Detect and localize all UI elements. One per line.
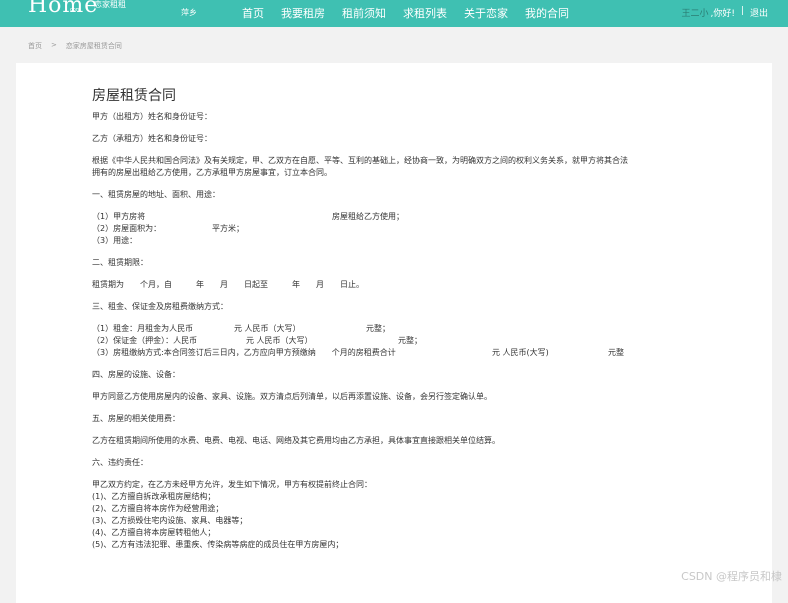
logout-link[interactable]: 退出 [750, 6, 768, 19]
breadcrumb: 首页 > 恋家房屋租赁合同 [28, 41, 122, 51]
section-3-title: 三、租金、保证金及房租费缴纳方式： [92, 302, 228, 311]
party-b-line: 乙方（承租方）姓名和身份证号： [92, 134, 212, 143]
section-3-item-3-a: （3）房租缴纳方式:本合同签订后三日内，乙方应向甲方预缴纳 个月的房租费合计 [92, 348, 396, 357]
breadcrumb-current: 恋家房屋租赁合同 [65, 42, 122, 50]
nav-wanted-list[interactable]: 求租列表 [403, 5, 447, 21]
section-3-item-3-b: 元 人民币(大写) [492, 348, 549, 357]
contract-title: 房屋租赁合同 [92, 88, 176, 104]
city-selector[interactable]: 萍乡 [181, 7, 197, 18]
main-nav: 首页 我要租房 租前须知 求租列表 关于恋家 我的合同 [242, 5, 586, 21]
site-logo[interactable]: Home [28, 0, 98, 27]
contract-document: 房屋租赁合同 甲方（出租方）姓名和身份证号： 乙方（承租方）姓名和身份证号： 根… [92, 85, 732, 551]
section-3-item-2-b: 元 人民币（大写） [246, 336, 313, 345]
section-1-title: 一、租赁房屋的地址、面积、用途： [92, 190, 220, 199]
section-6-intro: 甲乙双方约定，在乙方未经甲方允许，发生如下情况，甲方有权提前终止合同： [92, 480, 372, 489]
section-1-item-3: （3）用途： [92, 236, 138, 245]
section-4-line: 甲方同意乙方使用房屋内的设备、家具、设施。双方清点后列清单，以后再添置设施、设备… [92, 392, 492, 401]
section-5-title: 五、房屋的相关使用费： [92, 414, 180, 423]
nav-about[interactable]: 关于恋家 [464, 5, 508, 21]
section-3-item-3: （3）房租缴纳方式:本合同签订后三日内，乙方应向甲方预缴纳 个月的房租费合计 元 … [92, 347, 732, 359]
nav-home[interactable]: 首页 [242, 5, 264, 21]
user-separator: | [740, 6, 744, 16]
section-2-title: 二、租赁期限： [92, 258, 148, 267]
section-1-item-2-a: （2）房屋面积为： [92, 224, 162, 233]
section-3-item-2: （2）保证金（押金）：人民币 元 人民币（大写） 元整； [92, 335, 732, 347]
section-1-item-1: （1）甲方房将 房屋租给乙方使用； [92, 211, 732, 223]
user-name[interactable]: 王二小 [681, 6, 708, 19]
section-4-title: 四、房屋的设施、设备： [92, 370, 180, 379]
intro-line-1: 根据《中华人民共和国合同法》及有关规定，甲、乙双方在自愿、平等、互利的基础上，经… [92, 156, 628, 165]
section-2-line: 租赁期为 个月，自 年 月 日起至 年 月 日止。 [92, 280, 364, 289]
section-3-item-1: （1）租金：月租金为人民币 元 人民币（大写） 元整； [92, 323, 732, 335]
section-6-title: 六、违约责任： [92, 458, 148, 467]
section-6-item-5: (5)、乙方有违法犯罪、患重疾、传染病等病症的成员住在甲方房屋内； [92, 540, 344, 549]
section-6-item-1: (1)、乙方擅自拆改承租房屋结构； [92, 492, 216, 501]
nav-my-contract[interactable]: 我的合同 [525, 5, 569, 21]
top-header: Home com 恋家租租 萍乡 首页 我要租房 租前须知 求租列表 关于恋家 … [0, 0, 788, 27]
section-3-item-1-b: 元 人民币（大写） [234, 324, 301, 333]
section-6-item-4: (4)、乙方擅自将本房屋转租他人； [92, 528, 216, 537]
greeting: ,你好! [710, 9, 735, 19]
section-5-line: 乙方在租赁期间所使用的水费、电费、电视、电话、网络及其它费用均由乙方承担，具体事… [92, 436, 500, 445]
intro-line-2: 拥有的房屋出租给乙方使用，乙方承租甲方房屋事宜，订立本合同。 [92, 168, 332, 177]
section-3-item-2-c: 元整； [398, 336, 422, 345]
section-1-item-2-b: 平方米； [212, 224, 244, 233]
user-area: 王二小 ,你好! | 退出 [681, 6, 768, 19]
breadcrumb-home[interactable]: 首页 [28, 41, 42, 51]
csdn-watermark: CSDN @程序员和棣 [681, 570, 782, 583]
section-6-item-2: (2)、乙方擅自将本房作为经营用途； [92, 504, 224, 513]
nav-rent[interactable]: 我要租房 [281, 5, 325, 21]
nav-notice[interactable]: 租前须知 [342, 5, 386, 21]
section-6-item-3: (3)、乙方损毁住宅内设施、家具、电器等； [92, 516, 248, 525]
section-3-item-2-a: （2）保证金（押金）：人民币 [92, 336, 198, 345]
section-3-item-1-a: （1）租金：月租金为人民币 [92, 324, 194, 333]
contract-card: 房屋租赁合同 甲方（出租方）姓名和身份证号： 乙方（承租方）姓名和身份证号： 根… [16, 63, 772, 603]
section-1-item-1-a: （1）甲方房将 [92, 212, 146, 221]
logo-subtitle: 恋家租租 [94, 0, 126, 9]
breadcrumb-separator: > [51, 41, 57, 49]
section-3-item-3-c: 元整 [608, 348, 624, 357]
section-1-item-2: （2）房屋面积为： 平方米； [92, 223, 732, 235]
section-1-item-1-b: 房屋租给乙方使用； [332, 212, 404, 221]
logo-domain: com [70, 7, 81, 13]
party-a-line: 甲方（出租方）姓名和身份证号： [92, 112, 212, 121]
section-3-item-1-c: 元整； [366, 324, 390, 333]
